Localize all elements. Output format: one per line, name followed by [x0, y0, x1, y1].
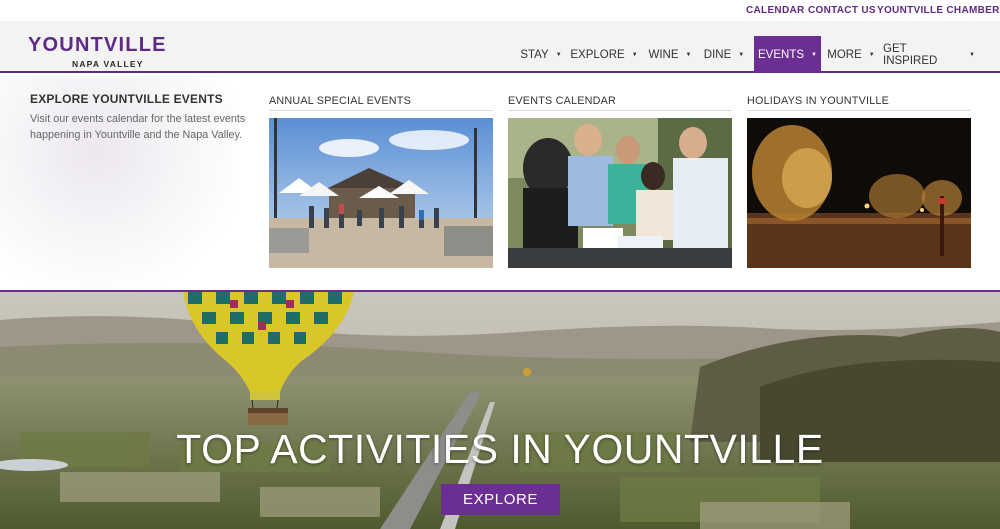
caret-down-icon: ▼	[685, 51, 692, 58]
nav-label: MORE	[827, 48, 862, 61]
nav-explore[interactable]: EXPLORE ▼	[570, 36, 638, 73]
caret-down-icon: ▼	[631, 51, 638, 58]
mega-menu-title: EXPLORE YOUNTVILLE EVENTS	[30, 92, 223, 106]
divider	[747, 110, 971, 111]
nav-stay[interactable]: STAY ▼	[516, 36, 566, 73]
nav-wine[interactable]: WINE ▼	[644, 36, 696, 73]
nav-label: WINE	[648, 48, 679, 61]
site-logo[interactable]: YOUNTVILLE NAPA VALLEY	[28, 35, 188, 71]
events-calendar-link[interactable]: EVENTS CALENDAR	[508, 95, 616, 107]
nav-label: EVENTS	[758, 48, 805, 61]
hero-banner: TOP ACTIVITIES IN YOUNTVILLE EXPLORE	[0, 292, 1000, 529]
events-mega-menu: EXPLORE YOUNTVILLE EVENTS Visit our even…	[0, 75, 1000, 290]
nav-get-inspired[interactable]: GET INSPIRED ▼	[883, 36, 975, 73]
utility-bar: CALENDAR CONTACT US YOUNTVILLE CHAMBER	[0, 0, 1000, 21]
holidays-in-yountville-link[interactable]: HOLIDAYS IN YOUNTVILLE	[747, 95, 889, 107]
caret-down-icon: ▼	[969, 51, 975, 58]
divider	[508, 110, 732, 111]
holidays-photo[interactable]	[747, 118, 971, 268]
nav-label: STAY	[520, 48, 549, 61]
events-calendar-photo[interactable]	[508, 118, 732, 268]
site-header: YOUNTVILLE NAPA VALLEY STAY ▼ EXPLORE ▼ WI…	[0, 21, 1000, 73]
caret-down-icon: ▼	[555, 51, 562, 58]
divider	[269, 110, 493, 111]
annual-special-events-link[interactable]: ANNUAL SPECIAL EVENTS	[269, 95, 411, 107]
caret-down-icon: ▼	[868, 51, 875, 58]
nav-label: DINE	[703, 48, 732, 61]
caret-down-icon: ▼	[811, 51, 817, 58]
nav-events[interactable]: EVENTS ▼	[754, 36, 821, 73]
contact-us-link[interactable]: CONTACT US	[808, 5, 876, 16]
explore-button[interactable]: EXPLORE	[441, 484, 560, 515]
yountville-chamber-link[interactable]: YOUNTVILLE CHAMBER	[877, 5, 1000, 16]
mega-menu-background	[0, 75, 240, 290]
nav-label: EXPLORE	[570, 48, 625, 61]
hero-title: TOP ACTIVITIES IN YOUNTVILLE	[176, 426, 824, 472]
nav-dine[interactable]: DINE ▼	[700, 36, 748, 73]
logo-wordmark: YOUNTVILLE	[28, 34, 167, 56]
mega-menu-description: Visit our events calendar for the latest…	[30, 113, 246, 141]
logo-subtitle: NAPA VALLEY	[72, 59, 144, 69]
annual-events-photo[interactable]	[269, 118, 493, 268]
caret-down-icon: ▼	[738, 51, 745, 58]
nav-label: GET INSPIRED	[883, 42, 938, 67]
nav-more[interactable]: MORE ▼	[824, 36, 878, 73]
calendar-link[interactable]: CALENDAR	[746, 5, 805, 16]
